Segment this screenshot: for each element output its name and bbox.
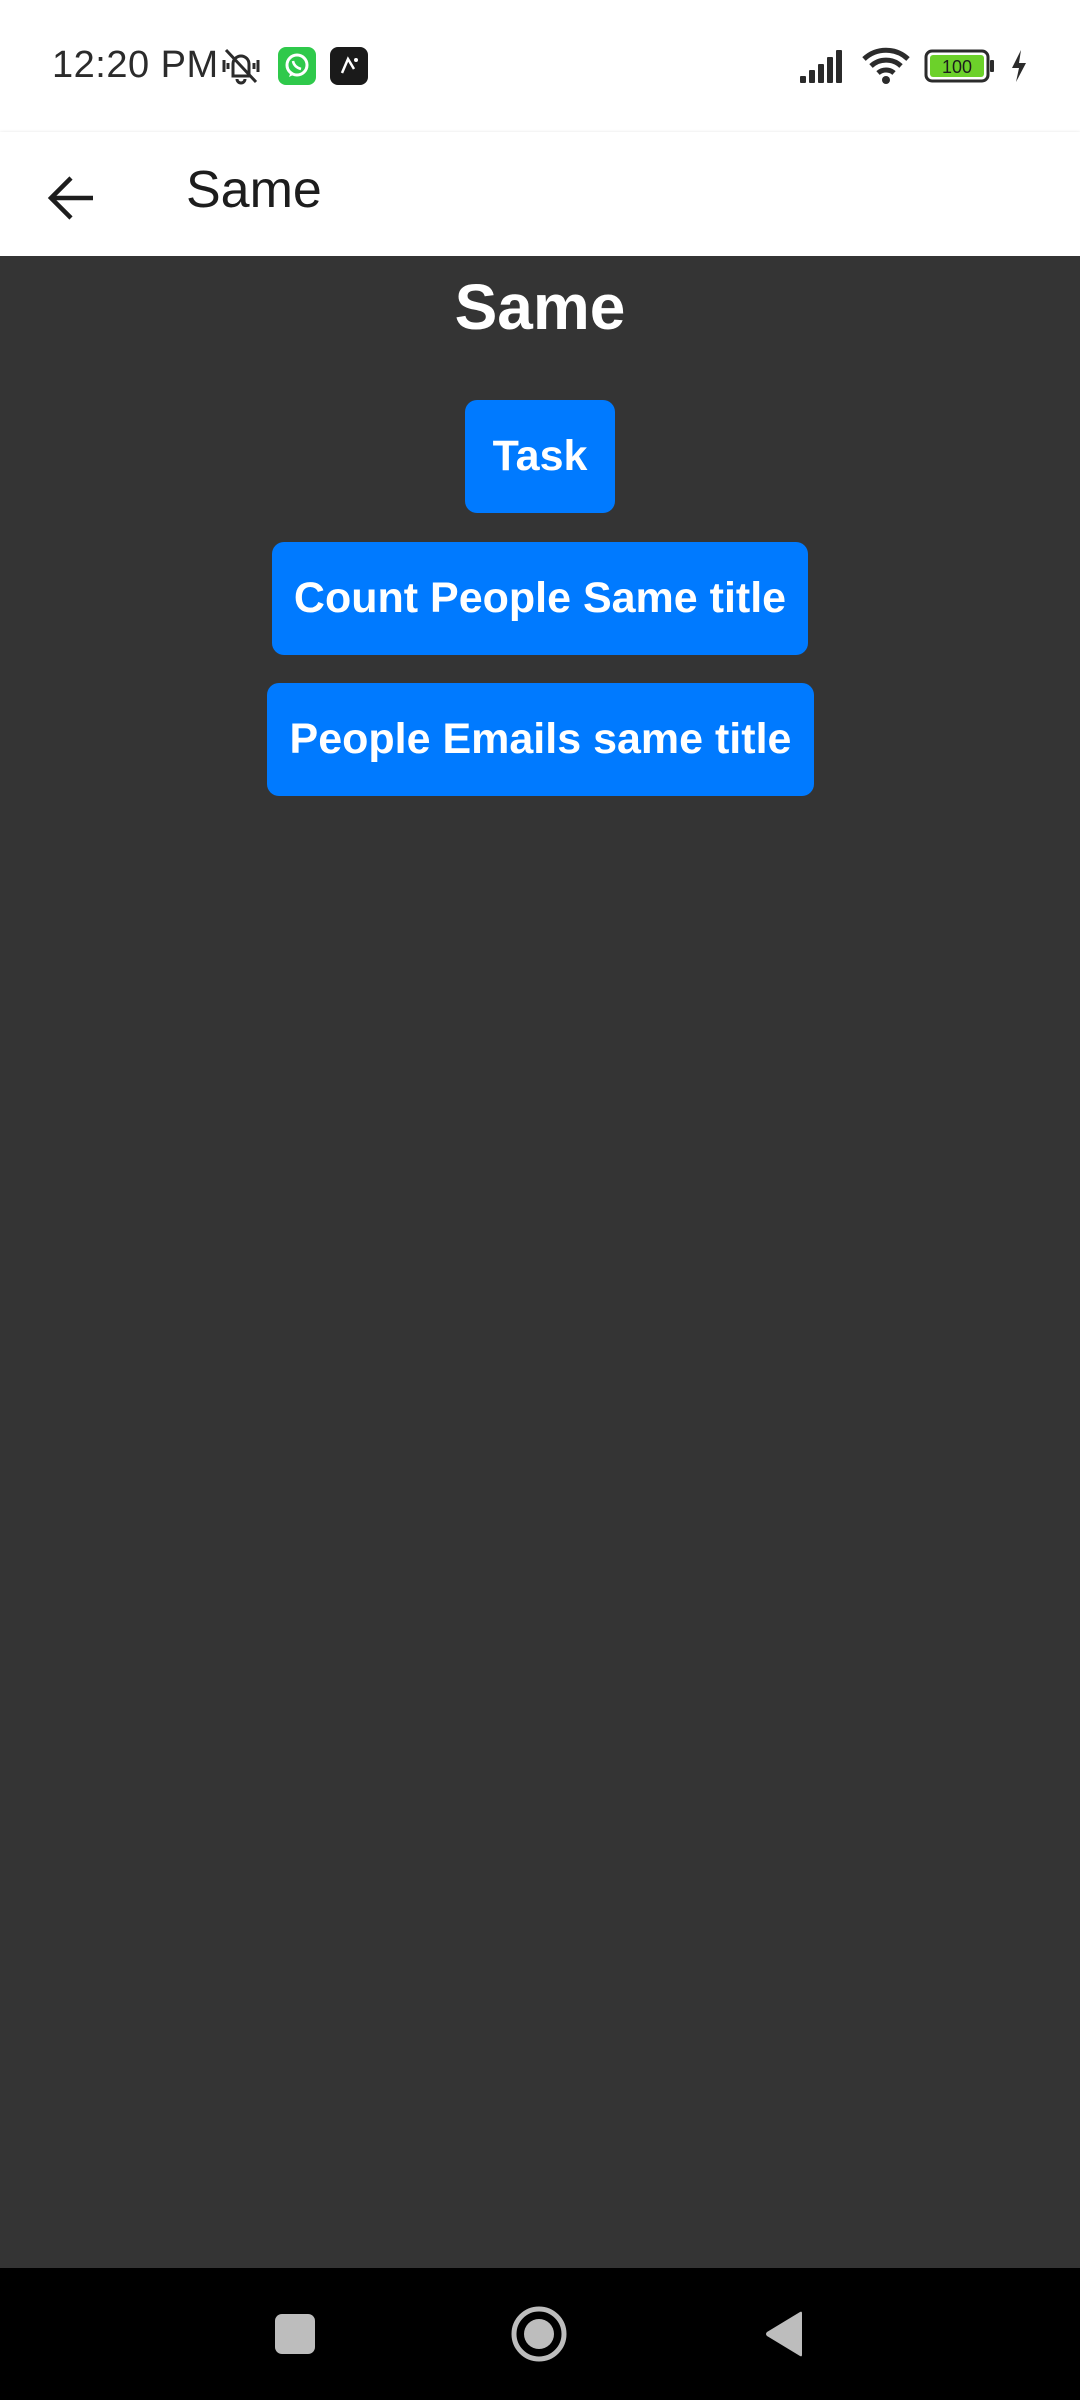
main-content: Same Task Count People Same title People…	[0, 256, 1080, 2268]
status-bar: 12:20 PM 100	[0, 0, 1080, 132]
status-left-icons	[218, 44, 368, 88]
home-button[interactable]	[503, 2298, 575, 2370]
system-nav-bar	[0, 2268, 1080, 2400]
arrow-left-icon	[47, 175, 97, 221]
app-bar-title: Same	[186, 161, 322, 219]
home-circle-icon	[510, 2305, 568, 2363]
charging-icon	[1010, 49, 1028, 83]
count-people-same-title-button[interactable]: Count People Same title	[272, 542, 808, 655]
task-button[interactable]: Task	[465, 400, 615, 513]
nav-back-button[interactable]	[748, 2298, 820, 2370]
status-right-icons: 100	[798, 44, 1028, 88]
recents-square-icon	[274, 2313, 316, 2355]
mute-icon	[218, 46, 264, 86]
battery-icon: 100	[924, 49, 996, 83]
back-button[interactable]	[30, 156, 114, 240]
wifi-icon	[862, 47, 910, 85]
app-bar: Same	[0, 132, 1080, 256]
people-emails-same-title-button[interactable]: People Emails same title	[267, 683, 814, 796]
screen: 12:20 PM 100 Same Same Task Count People…	[0, 0, 1080, 2400]
status-time: 12:20 PM	[52, 44, 219, 86]
recents-button[interactable]	[259, 2298, 331, 2370]
whatsapp-icon	[278, 47, 316, 85]
signal-icon	[798, 48, 848, 84]
page-heading: Same	[454, 271, 626, 343]
back-triangle-icon	[762, 2310, 806, 2358]
app-notification-icon	[330, 47, 368, 85]
battery-level: 100	[942, 57, 972, 77]
